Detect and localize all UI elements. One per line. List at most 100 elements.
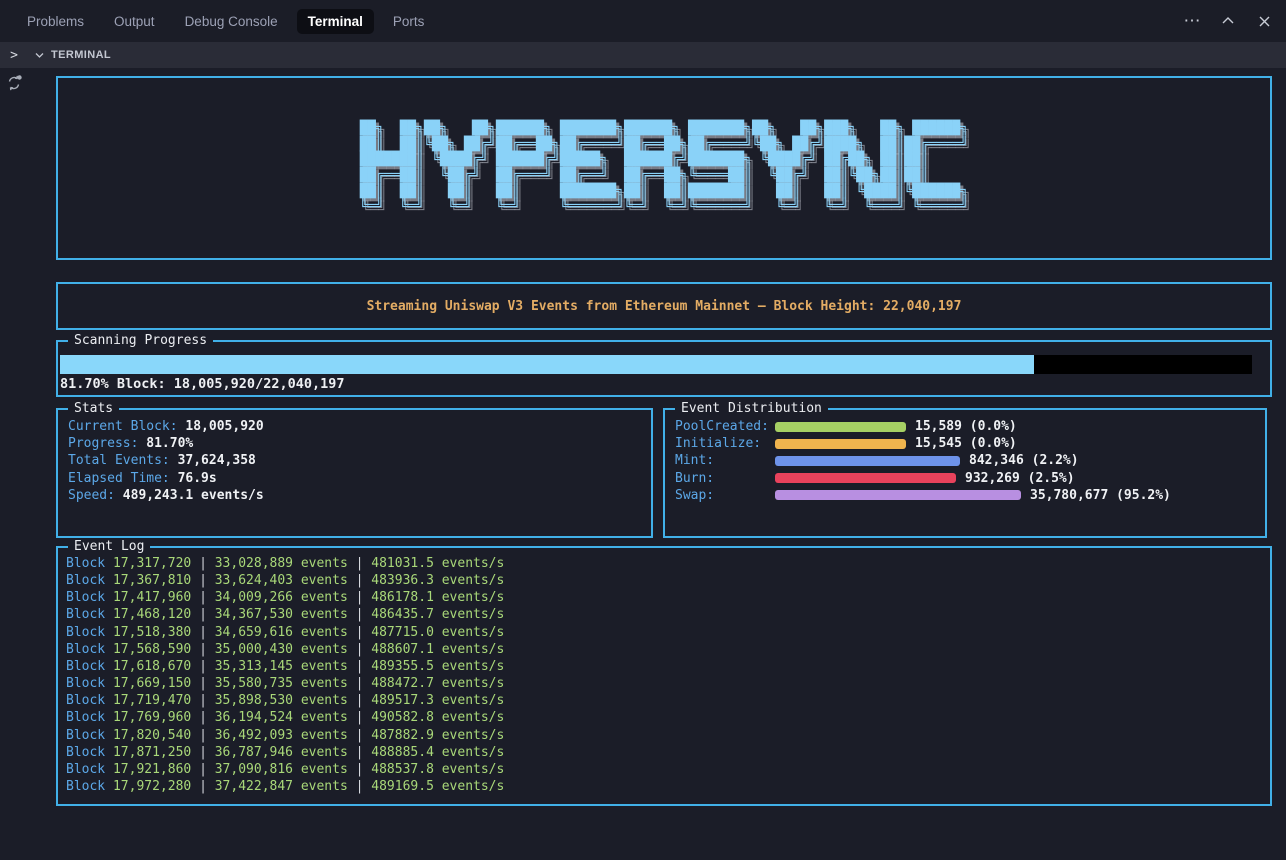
dist-label: Burn:	[675, 471, 775, 486]
log-block-number: 17,871,250	[113, 745, 191, 760]
log-events-count: 34,367,530 events	[215, 607, 348, 622]
log-row: Block 17,871,250 | 36,787,946 events | 4…	[66, 744, 1262, 761]
terminal-panel-header: > TERMINAL	[0, 42, 1286, 68]
scanning-progress-title: Scanning Progress	[68, 333, 213, 349]
panel-tab-bar: Problems Output Debug Console Terminal P…	[0, 0, 1286, 42]
dist-value: 842,346 (2.2%)	[969, 453, 1079, 468]
dist-value: 15,545 (0.0%)	[915, 436, 1017, 451]
log-events-count: 36,194,524 events	[215, 710, 348, 725]
more-actions-icon[interactable]: ⋯	[1184, 13, 1200, 29]
log-block-prefix: Block	[66, 659, 113, 674]
progress-bar-fill	[60, 355, 1034, 374]
log-separator: |	[348, 659, 371, 674]
sync-icon[interactable]	[5, 74, 23, 92]
chevron-right-icon[interactable]: >	[0, 48, 28, 63]
terminal-section-header[interactable]: TERMINAL	[34, 49, 111, 61]
log-block-prefix: Block	[66, 779, 113, 794]
dist-bar-burn	[775, 473, 956, 483]
scanning-progress-panel: Scanning Progress 81.70% Block: 18,005,9…	[56, 340, 1272, 397]
tab-ports[interactable]: Ports	[382, 9, 436, 34]
event-log-panel: Event Log Block 17,317,720 | 33,028,889 …	[56, 546, 1272, 806]
stat-progress: Progress: 81.70%	[68, 435, 641, 452]
log-events-rate: 489169.5 events/s	[371, 779, 504, 794]
panel-tabs: Problems Output Debug Console Terminal P…	[0, 9, 435, 34]
log-row: Block 17,468,120 | 34,367,530 events | 4…	[66, 606, 1262, 623]
terminal-left-rail	[0, 68, 28, 860]
dist-row-initialize: Initialize: 15,545 (0.0%)	[675, 435, 1255, 452]
dist-label: PoolCreated:	[675, 419, 775, 434]
log-block-number: 17,367,810	[113, 573, 191, 588]
log-events-count: 34,659,616 events	[215, 625, 348, 640]
log-separator: |	[191, 762, 214, 777]
log-separator: |	[348, 676, 371, 691]
log-events-rate: 488472.7 events/s	[371, 676, 504, 691]
log-separator: |	[348, 779, 371, 794]
log-row: Block 17,972,280 | 37,422,847 events | 4…	[66, 778, 1262, 795]
dist-value: 35,780,677 (95.2%)	[1030, 488, 1171, 503]
stat-label: Elapsed Time:	[68, 471, 170, 486]
log-events-rate: 487882.9 events/s	[371, 728, 504, 743]
log-events-rate: 489355.5 events/s	[371, 659, 504, 674]
status-line-panel: Streaming Uniswap V3 Events from Ethereu…	[56, 282, 1272, 330]
dist-value: 15,589 (0.0%)	[915, 419, 1017, 434]
log-separator: |	[191, 556, 214, 571]
stat-value: 18,005,920	[178, 419, 264, 434]
log-block-number: 17,468,120	[113, 607, 191, 622]
tab-debug-console[interactable]: Debug Console	[174, 9, 289, 34]
log-events-rate: 489517.3 events/s	[371, 693, 504, 708]
dist-row-poolcreated: PoolCreated: 15,589 (0.0%)	[675, 418, 1255, 435]
log-events-count: 33,624,403 events	[215, 573, 348, 588]
log-row: Block 17,618,670 | 35,313,145 events | 4…	[66, 658, 1262, 675]
terminal-viewport[interactable]: ██╗ ██╗██╗ ██╗██████╗ ███████╗██████╗ ██…	[28, 68, 1286, 860]
log-block-number: 17,972,280	[113, 779, 191, 794]
log-separator: |	[348, 573, 371, 588]
banner-panel: ██╗ ██╗██╗ ██╗██████╗ ███████╗██████╗ ██…	[56, 76, 1272, 260]
dist-label: Initialize:	[675, 436, 775, 451]
log-separator: |	[348, 607, 371, 622]
dist-label: Swap:	[675, 488, 775, 503]
log-block-prefix: Block	[66, 745, 113, 760]
log-separator: |	[191, 693, 214, 708]
stats-title: Stats	[68, 401, 119, 417]
log-block-number: 17,417,960	[113, 590, 191, 605]
log-separator: |	[191, 625, 214, 640]
log-events-rate: 488885.4 events/s	[371, 745, 504, 760]
log-row: Block 17,769,960 | 36,194,524 events | 4…	[66, 709, 1262, 726]
progress-label: 81.70% Block: 18,005,920/22,040,197	[60, 376, 344, 392]
log-row: Block 17,317,720 | 33,028,889 events | 4…	[66, 555, 1262, 572]
log-block-prefix: Block	[66, 762, 113, 777]
log-block-number: 17,618,670	[113, 659, 191, 674]
dist-bar-poolcreated	[775, 422, 906, 432]
stat-total-events: Total Events: 37,624,358	[68, 452, 641, 469]
hypersync-ascii-banner: ██╗ ██╗██╗ ██╗██████╗ ███████╗██████╗ ██…	[360, 121, 968, 215]
log-separator: |	[191, 659, 214, 674]
event-distribution-panel: Event Distribution PoolCreated: 15,589 (…	[663, 408, 1267, 538]
log-block-number: 17,518,380	[113, 625, 191, 640]
log-block-number: 17,719,470	[113, 693, 191, 708]
progress-bar-track	[60, 355, 1252, 374]
dist-row-mint: Mint: 842,346 (2.2%)	[675, 452, 1255, 469]
tab-terminal[interactable]: Terminal	[297, 9, 374, 34]
log-row: Block 17,568,590 | 35,000,430 events | 4…	[66, 641, 1262, 658]
stat-value: 489,243.1 events/s	[115, 488, 264, 503]
log-events-count: 33,028,889 events	[215, 556, 348, 571]
stat-value: 76.9s	[170, 471, 217, 486]
stat-label: Current Block:	[68, 419, 178, 434]
log-row: Block 17,669,150 | 35,580,735 events | 4…	[66, 675, 1262, 692]
dist-bar-mint	[775, 456, 960, 466]
log-separator: |	[348, 710, 371, 725]
dist-label: Mint:	[675, 453, 775, 468]
log-row: Block 17,921,860 | 37,090,816 events | 4…	[66, 761, 1262, 778]
log-block-number: 17,769,960	[113, 710, 191, 725]
log-separator: |	[191, 710, 214, 725]
log-block-number: 17,820,540	[113, 728, 191, 743]
dist-bar-initialize	[775, 439, 906, 449]
log-separator: |	[348, 693, 371, 708]
tab-problems[interactable]: Problems	[16, 9, 95, 34]
tab-output[interactable]: Output	[103, 9, 166, 34]
log-row: Block 17,820,540 | 36,492,093 events | 4…	[66, 727, 1262, 744]
maximize-panel-icon[interactable]	[1220, 13, 1236, 29]
log-separator: |	[348, 590, 371, 605]
close-panel-icon[interactable]	[1256, 13, 1272, 29]
log-separator: |	[348, 642, 371, 657]
